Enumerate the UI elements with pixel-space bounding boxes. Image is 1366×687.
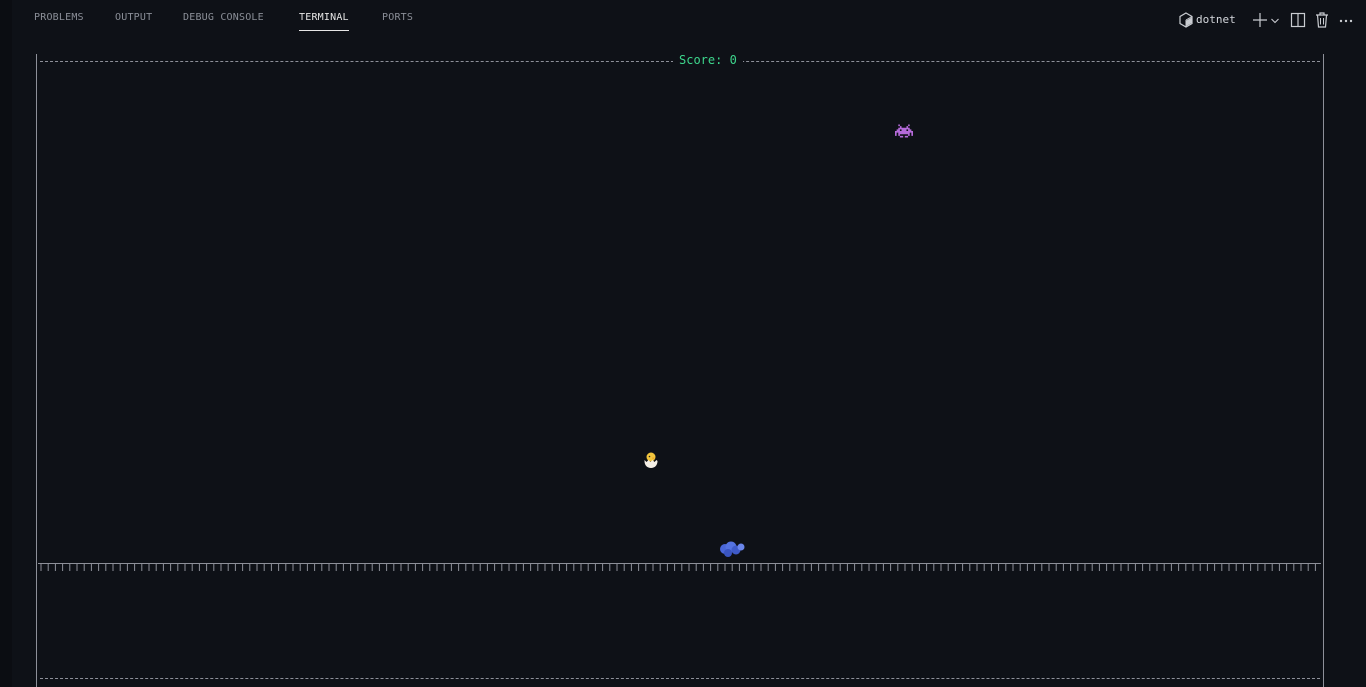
game-ground [38, 561, 1321, 571]
editor-left-gutter [0, 0, 12, 687]
blue-blob-enemy [718, 539, 746, 560]
tab-debug-console[interactable]: DEBUG CONSOLE [183, 12, 264, 23]
score-label: Score: 0 [673, 53, 743, 67]
add-terminal-icon[interactable] [1252, 10, 1268, 30]
tab-terminal[interactable]: TERMINAL [299, 12, 349, 31]
terminal-profile-label[interactable]: dotnet [1196, 13, 1236, 26]
split-terminal-icon[interactable] [1290, 10, 1306, 30]
tab-output[interactable]: OUTPUT [115, 12, 152, 23]
tab-problems[interactable]: PROBLEMS [34, 12, 84, 23]
game-border-left [36, 54, 37, 687]
terminal-toolbar: dotnet [1166, 10, 1366, 30]
tab-ports[interactable]: PORTS [382, 12, 413, 23]
terminal-output[interactable]: Score: 0 [32, 50, 1332, 687]
chevron-down-icon[interactable] [1270, 10, 1280, 30]
terminal-panel: PROBLEMS OUTPUT DEBUG CONSOLE TERMINAL P… [12, 0, 1366, 687]
hatching-chick-player [642, 451, 660, 472]
terminal-shell-icon[interactable] [1178, 10, 1194, 30]
game-border-bottom [40, 678, 1320, 679]
panel-tab-bar: PROBLEMS OUTPUT DEBUG CONSOLE TERMINAL P… [12, 0, 1366, 38]
game-border-right [1323, 54, 1324, 687]
space-invader-alien [895, 124, 913, 141]
trash-icon[interactable] [1314, 10, 1330, 30]
more-actions-icon[interactable] [1338, 10, 1354, 30]
